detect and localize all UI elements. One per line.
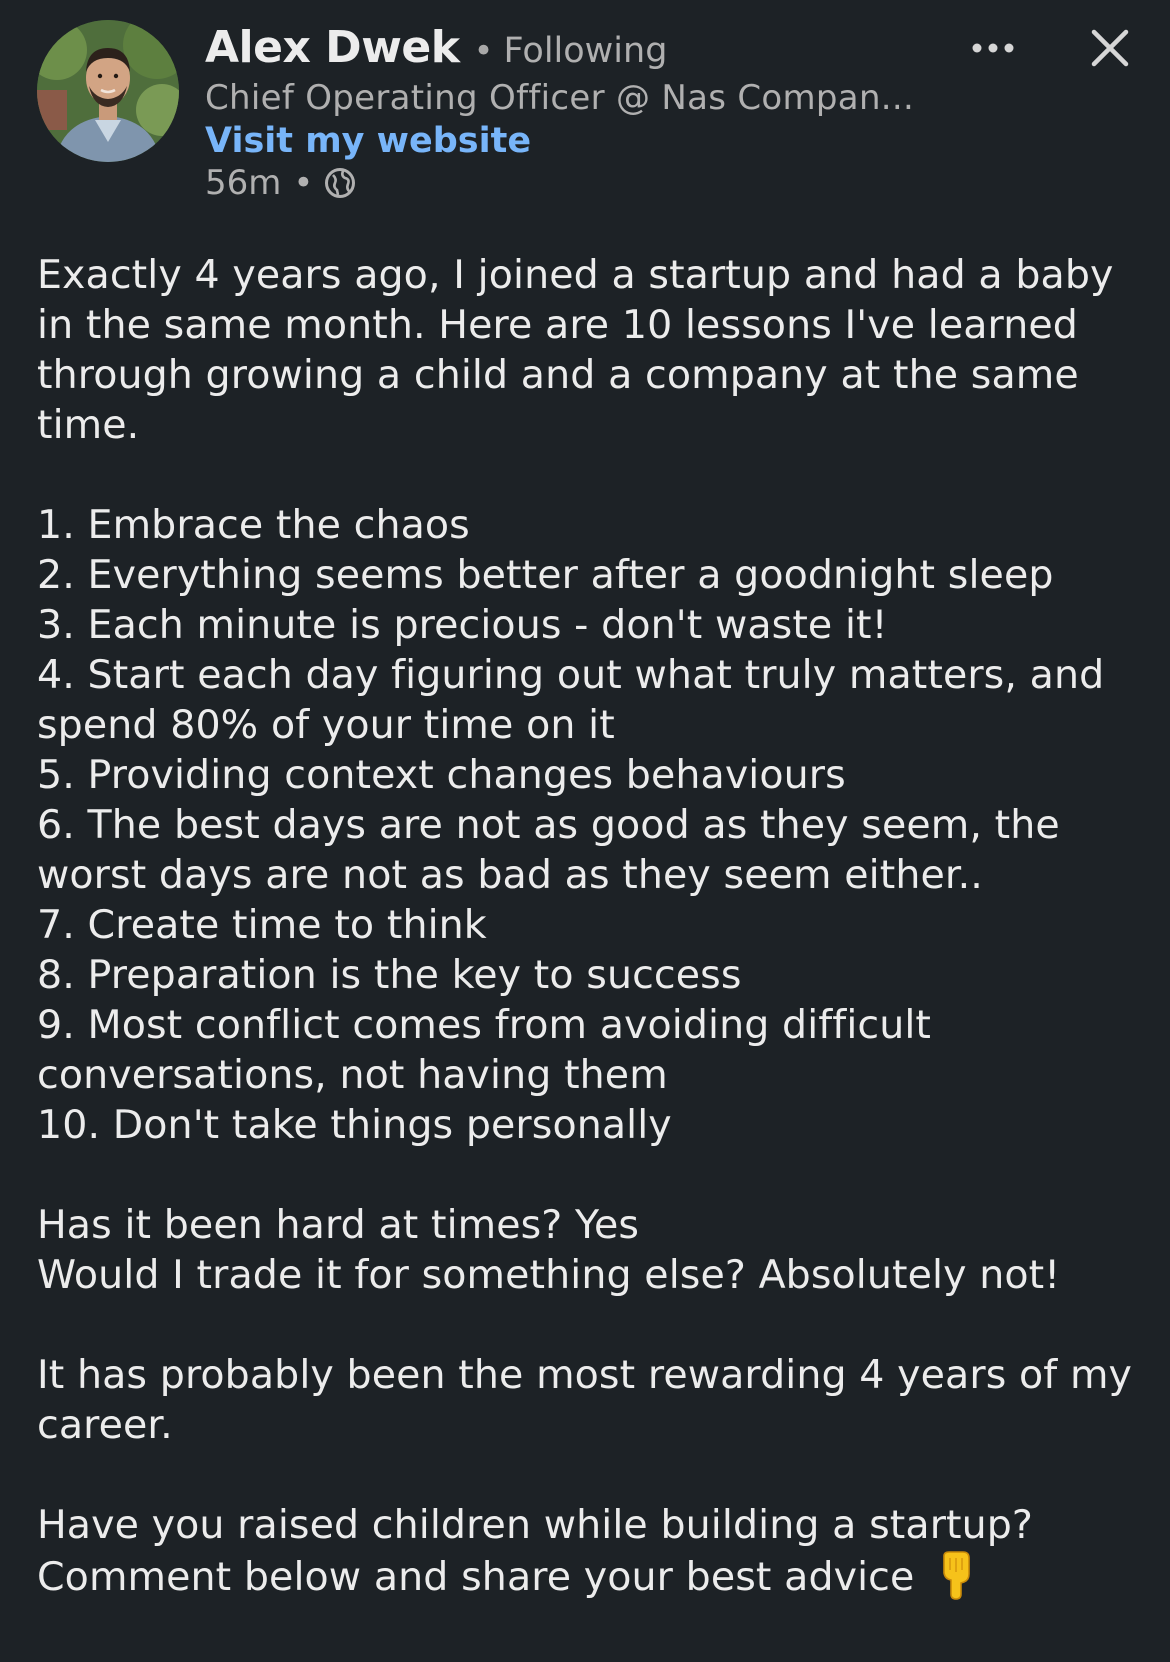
- post-time: 56m: [205, 163, 282, 203]
- lesson-line: 8. Preparation is the key to success: [37, 952, 742, 998]
- lesson-line: 3. Each minute is precious - don't waste…: [37, 602, 888, 648]
- lessons-list: 1. Embrace the chaos 2. Everything seems…: [37, 500, 1147, 1150]
- lesson-line: 5. Providing context changes behaviours: [37, 752, 846, 798]
- lesson-item: 1. Embrace the chaos: [37, 500, 1147, 550]
- lesson-line: worst days are not as bad as they seem e…: [37, 852, 983, 898]
- lesson-line: 9. Most conflict comes from avoiding dif…: [37, 1002, 932, 1048]
- reflection-line: Has it been hard at times? Yes: [37, 1202, 640, 1248]
- post-call-to-action: Have you raised children while building …: [37, 1500, 1147, 1612]
- lesson-item: 10. Don't take things personally: [37, 1100, 1147, 1150]
- name-separator: •: [473, 31, 494, 71]
- pointing-down-emoji-icon: [936, 1550, 976, 1612]
- post-header: Alex Dwek • Following Chief Operating Of…: [0, 0, 1170, 203]
- lesson-line: 7. Create time to think: [37, 902, 487, 948]
- post-reflection: Has it been hard at times? Yes Would I t…: [37, 1200, 1147, 1300]
- lesson-item: 3. Each minute is precious - don't waste…: [37, 600, 1147, 650]
- meta-separator: •: [293, 163, 314, 203]
- lesson-line: 10. Don't take things personally: [37, 1102, 672, 1148]
- post-summary: It has probably been the most rewarding …: [37, 1350, 1147, 1450]
- post-meta: 56m •: [205, 163, 357, 203]
- lesson-item: 2. Everything seems better after a goodn…: [37, 550, 1147, 600]
- author-avatar[interactable]: [37, 20, 179, 162]
- intro-line: Exactly 4 years ago, I joined a startup …: [37, 252, 1114, 298]
- summary-line: career.: [37, 1402, 173, 1448]
- lesson-item: 9. Most conflict comes from avoiding dif…: [37, 1000, 1147, 1100]
- more-options-button[interactable]: [963, 30, 1023, 66]
- post-body: Exactly 4 years ago, I joined a startup …: [37, 250, 1147, 1662]
- author-name-line: Alex Dwek • Following: [205, 22, 667, 73]
- lesson-line: spend 80% of your time on it: [37, 702, 615, 748]
- lesson-item: 5. Providing context changes behaviours: [37, 750, 1147, 800]
- visit-website-link[interactable]: Visit my website: [205, 121, 531, 161]
- author-name[interactable]: Alex Dwek: [205, 22, 460, 73]
- lesson-line: 6. The best days are not as good as they…: [37, 802, 1060, 848]
- summary-line: It has probably been the most rewarding …: [37, 1352, 1133, 1398]
- intro-line: time.: [37, 402, 140, 448]
- intro-line: through growing a child and a company at…: [37, 352, 1079, 398]
- cta-line: Have you raised children while building …: [37, 1502, 1033, 1548]
- globe-icon: [323, 166, 357, 200]
- close-icon: [1091, 29, 1129, 67]
- follow-status[interactable]: Following: [504, 31, 668, 71]
- more-horizontal-icon: [972, 43, 1014, 53]
- author-headline: Chief Operating Officer @ Nas Compan...: [205, 78, 915, 118]
- close-button[interactable]: [1084, 22, 1136, 74]
- lesson-item: 8. Preparation is the key to success: [37, 950, 1147, 1000]
- cta-line: Comment below and share your best advice: [37, 1554, 915, 1600]
- lesson-line: 2. Everything seems better after a goodn…: [37, 552, 1054, 598]
- lesson-line: 1. Embrace the chaos: [37, 502, 470, 548]
- post-intro: Exactly 4 years ago, I joined a startup …: [37, 250, 1147, 450]
- reflection-line: Would I trade it for something else? Abs…: [37, 1252, 1061, 1298]
- intro-line: in the same month. Here are 10 lessons I…: [37, 302, 1078, 348]
- lesson-item: 7. Create time to think: [37, 900, 1147, 950]
- lesson-item: 4. Start each day figuring out what trul…: [37, 650, 1147, 750]
- lesson-item: 6. The best days are not as good as they…: [37, 800, 1147, 900]
- lesson-line: 4. Start each day figuring out what trul…: [37, 652, 1105, 698]
- lesson-line: conversations, not having them: [37, 1052, 668, 1098]
- cta-line-with-emoji: Comment below and share your best advice: [37, 1550, 1147, 1612]
